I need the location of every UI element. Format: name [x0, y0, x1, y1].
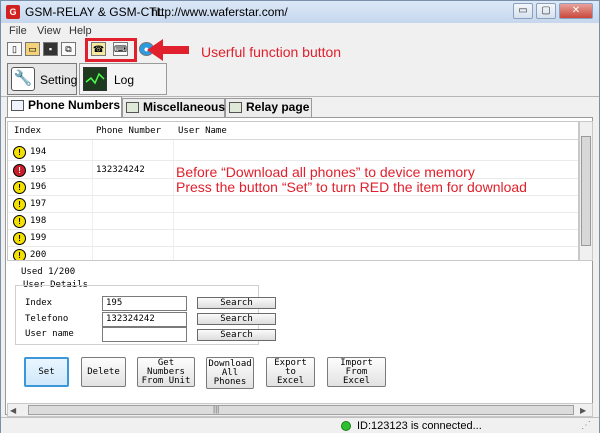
table-row[interactable]: ! 198 — [8, 213, 578, 230]
monitor-icon — [83, 67, 107, 91]
status-bar: ID:123123 is connected... ⋰ — [1, 417, 599, 433]
tab-miscellaneous[interactable]: Miscellaneous — [122, 98, 225, 117]
scroll-right-icon[interactable]: ▶ — [580, 406, 586, 415]
title-bar: G GSM-RELAY & GSM-CTL http://www.waferst… — [1, 1, 599, 23]
used-count: Used 1/200 — [21, 267, 76, 277]
menu-help[interactable]: Help — [69, 25, 92, 37]
header-phone: Phone Number — [96, 126, 162, 136]
menu-view[interactable]: View — [37, 25, 61, 37]
function-buttons-highlight — [85, 38, 137, 62]
tab-miscellaneous-label: Miscellaneous — [143, 100, 226, 114]
export-excel-button[interactable]: Export to Excel — [266, 357, 315, 387]
warning-icon: ! — [13, 215, 26, 228]
phone-book-icon — [11, 100, 24, 111]
warning-icon: ! — [13, 146, 26, 159]
username-label: User name — [25, 329, 74, 339]
download-all-phones-button[interactable]: Download All Phones — [206, 357, 254, 389]
download-annotation-line1: Before “Download all phones” to device m… — [176, 164, 475, 180]
index-field[interactable]: 195 — [102, 296, 187, 311]
chart-icon — [126, 102, 139, 113]
maximize-button[interactable]: ▢ — [536, 3, 556, 19]
row-index: 199 — [30, 233, 47, 243]
app-icon: G — [6, 5, 20, 19]
row-index: 194 — [30, 147, 47, 157]
tab-relay-page[interactable]: Relay page — [225, 98, 312, 117]
hscroll-thumb[interactable]: ||| — [28, 405, 574, 415]
set-button[interactable]: Set — [24, 357, 69, 387]
row-index: 198 — [30, 216, 47, 226]
table-row[interactable]: ! 200 — [8, 247, 578, 260]
tab-log-label: Log — [114, 73, 135, 87]
index-label: Index — [25, 298, 53, 308]
scroll-left-icon[interactable]: ◀ — [10, 406, 16, 415]
list-header: Index Phone Number User Name — [8, 122, 578, 140]
table-row[interactable]: ! 194 — [8, 144, 578, 161]
tab-relay-page-label: Relay page — [246, 100, 310, 114]
delete-button[interactable]: Delete — [81, 357, 126, 387]
wrench-icon: 🔧 — [11, 67, 35, 91]
row-index: 196 — [30, 182, 47, 192]
tab-setting-label: Setting — [40, 73, 78, 87]
horizontal-scrollbar[interactable]: ◀ ||| ▶ — [7, 403, 593, 417]
telefono-label: Telefono — [25, 314, 69, 324]
open-folder-icon[interactable]: ▭ — [25, 42, 40, 56]
hscroll-grip: ||| — [213, 405, 220, 414]
scrollbar-thumb[interactable] — [581, 136, 591, 246]
function-button-annotation: Userful function button — [201, 44, 342, 60]
search-telefono-button[interactable]: Search — [197, 313, 276, 325]
download-annotation-line2: Press the button “Set” to turn RED the i… — [176, 179, 527, 195]
telefono-field[interactable]: 132324242 — [102, 312, 187, 327]
download-flag-icon: ! — [13, 164, 26, 177]
row-index: 197 — [30, 199, 47, 209]
warning-icon: ! — [13, 232, 26, 245]
chart-icon — [229, 102, 242, 113]
row-index: 195 — [30, 165, 47, 175]
username-field[interactable] — [102, 327, 187, 342]
get-numbers-button[interactable]: Get Numbers From Unit — [137, 357, 195, 387]
window-title: GSM-RELAY & GSM-CTL — [25, 5, 164, 19]
header-user: User Name — [178, 126, 227, 136]
search-username-button[interactable]: Search — [197, 329, 276, 341]
warning-icon: ! — [13, 181, 26, 194]
main-tabs: 🔧 Setting Log — [1, 63, 169, 96]
menu-bar: File View Help — [1, 23, 599, 39]
menu-file[interactable]: File — [9, 25, 27, 37]
new-file-icon[interactable]: ▯ — [7, 42, 22, 56]
header-index: Index — [14, 126, 42, 136]
window-url: http://www.waferstar.com/ — [151, 5, 288, 19]
copy-icon[interactable]: ⧉ — [61, 42, 76, 56]
row-phone: 132324242 — [96, 165, 145, 175]
annotation-arrow-shaft — [161, 46, 189, 54]
main-window: G GSM-RELAY & GSM-CTL http://www.waferst… — [0, 0, 600, 433]
save-icon[interactable]: ▪ — [43, 42, 58, 56]
import-excel-button[interactable]: Import From Excel — [327, 357, 386, 387]
tab-phone-numbers[interactable]: Phone Numbers — [7, 96, 122, 117]
warning-icon: ! — [13, 249, 26, 260]
tab-phone-numbers-label: Phone Numbers — [28, 98, 121, 112]
table-row[interactable]: ! 197 — [8, 196, 578, 213]
minimize-button[interactable]: ▭ — [513, 3, 533, 19]
close-button[interactable]: ✕ — [559, 3, 593, 19]
table-row[interactable]: ! 199 — [8, 230, 578, 247]
resize-grip-icon[interactable]: ⋰ — [581, 420, 591, 431]
search-index-button[interactable]: Search — [197, 297, 276, 309]
connected-indicator-icon — [341, 421, 351, 431]
warning-icon: ! — [13, 198, 26, 211]
status-text: ID:123123 is connected... — [357, 420, 482, 432]
row-index: 200 — [30, 250, 47, 260]
tab-setting[interactable]: 🔧 Setting — [7, 63, 77, 95]
list-vertical-scrollbar[interactable] — [579, 121, 593, 261]
tab-log[interactable]: Log — [79, 63, 167, 95]
